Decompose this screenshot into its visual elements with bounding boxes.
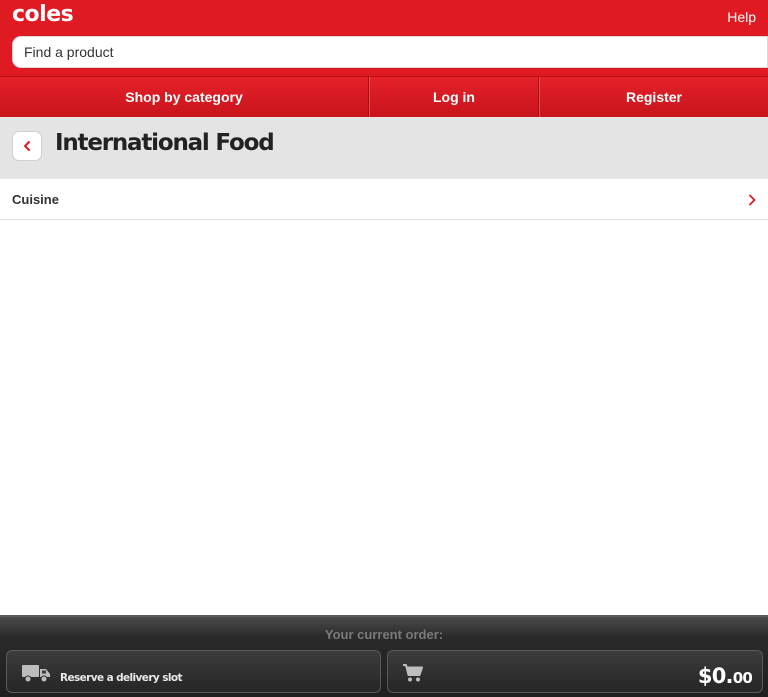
cart-total-dollars: $0. [697,664,734,688]
current-order-label: Your current order: [324,627,444,642]
help-link[interactable]: Help [727,9,756,25]
shopping-cart-icon [403,664,423,682]
cart-button[interactable]: $0.00 [387,650,763,693]
chevron-right-icon [749,194,756,206]
main-nav: Shop by category Log in Register [0,76,768,117]
back-button[interactable] [12,131,42,161]
delivery-label: Reserve a delivery slot [60,672,182,684]
cart-total-cents: 00 [732,669,753,687]
page: coles Help Shop by category Log in Regis… [0,0,768,697]
coles-logo[interactable]: coles [12,2,74,27]
category-label: Cuisine [12,192,59,207]
page-title: International Food [55,130,275,156]
header: coles Help [0,0,768,76]
search-box[interactable] [12,36,768,68]
log-in-button[interactable]: Log in [369,77,539,117]
order-footer: Your current order: Reserve a delivery s… [0,615,768,697]
reserve-delivery-slot-button[interactable]: Reserve a delivery slot [6,650,381,693]
shop-by-category-button[interactable]: Shop by category [0,77,369,117]
search-input[interactable] [13,37,767,67]
page-title-bar: International Food [0,117,768,179]
category-item-cuisine[interactable]: Cuisine [0,180,768,220]
register-button[interactable]: Register [539,77,768,117]
chevron-left-icon [24,141,30,151]
truck-icon [22,665,50,683]
cart-total: $0.00 [697,664,753,688]
